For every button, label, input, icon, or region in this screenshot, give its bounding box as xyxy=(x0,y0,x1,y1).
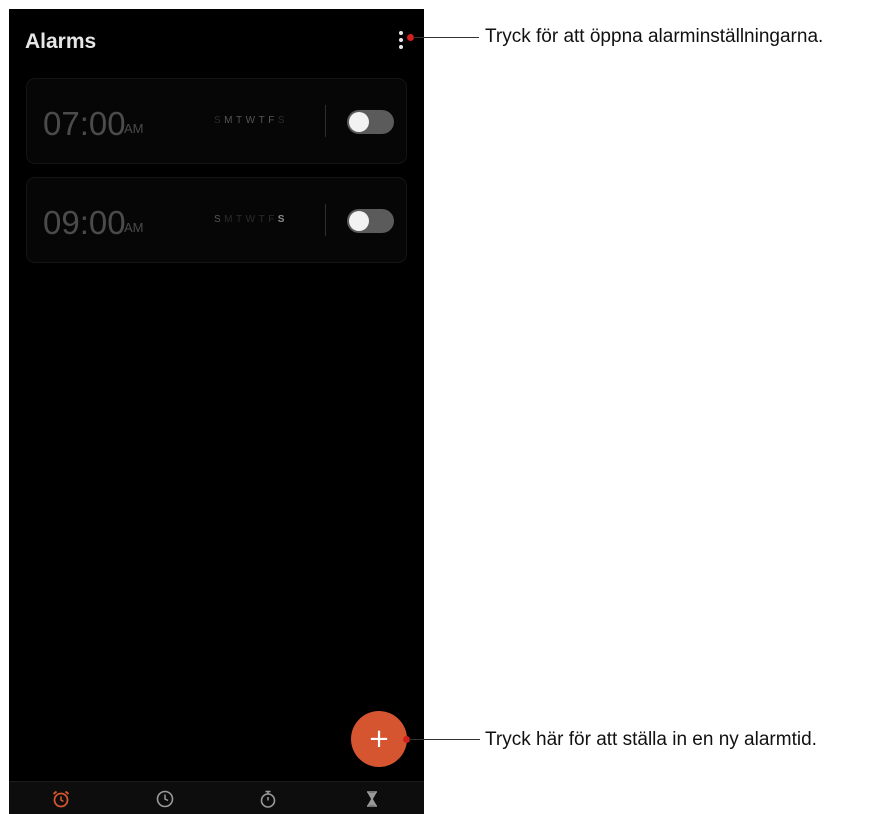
divider xyxy=(325,204,326,236)
day-tuesday: T xyxy=(236,115,243,126)
day-tuesday: T xyxy=(236,214,243,225)
day-thursday: T xyxy=(258,214,266,225)
day-saturday: S xyxy=(277,214,285,225)
day-saturday: S xyxy=(277,115,285,126)
add-alarm-button[interactable]: + xyxy=(351,711,407,767)
phone-screen: Alarms 07:00 AM S M T W T F S 09:00 AM S… xyxy=(9,9,424,814)
day-monday: M xyxy=(224,115,234,126)
day-wednesday: W xyxy=(245,115,256,126)
toggle-knob xyxy=(349,211,369,231)
day-monday: M xyxy=(224,214,234,225)
repeat-days: S M T W T F S xyxy=(214,214,285,225)
repeat-days: S M T W T F S xyxy=(214,115,285,126)
stopwatch-icon xyxy=(261,790,276,808)
toggle-knob xyxy=(349,112,369,132)
day-friday: F xyxy=(268,214,275,225)
divider xyxy=(325,105,326,137)
alarm-time: 07:00 xyxy=(43,105,126,142)
hourglass-icon xyxy=(367,790,378,807)
alarm-period: AM xyxy=(124,220,144,235)
clock-icon xyxy=(156,790,173,807)
alarm-toggle[interactable] xyxy=(347,209,394,233)
page-title: Alarms xyxy=(25,30,97,53)
alarm-item-0900[interactable]: 09:00 AM S M T W T F S xyxy=(26,177,407,263)
day-sunday: S xyxy=(214,214,222,225)
bottom-navigation xyxy=(9,781,424,814)
tab-timer[interactable] xyxy=(320,782,424,814)
menu-dot xyxy=(399,31,403,35)
menu-dot xyxy=(399,38,403,42)
callout-menu-text: Tryck för att öppna alarminställningarna… xyxy=(485,26,824,47)
alarm-toggle[interactable] xyxy=(347,110,394,134)
alarm-item-0700[interactable]: 07:00 AM S M T W T F S xyxy=(26,78,407,164)
alarm-clock-icon xyxy=(52,790,69,807)
day-thursday: T xyxy=(258,115,266,126)
tab-alarm[interactable] xyxy=(9,782,113,814)
callout-line xyxy=(409,739,480,740)
callout-add-text: Tryck här för att ställa in en ny alarmt… xyxy=(485,729,817,750)
day-wednesday: W xyxy=(245,214,256,225)
alarm-time: 09:00 xyxy=(43,204,126,241)
alarm-period: AM xyxy=(124,121,144,136)
day-sunday: S xyxy=(214,115,222,126)
tab-world-clock[interactable] xyxy=(113,782,217,814)
tab-stopwatch[interactable] xyxy=(217,782,321,814)
day-friday: F xyxy=(268,115,275,126)
menu-dot xyxy=(399,45,403,49)
callout-line xyxy=(413,37,479,38)
